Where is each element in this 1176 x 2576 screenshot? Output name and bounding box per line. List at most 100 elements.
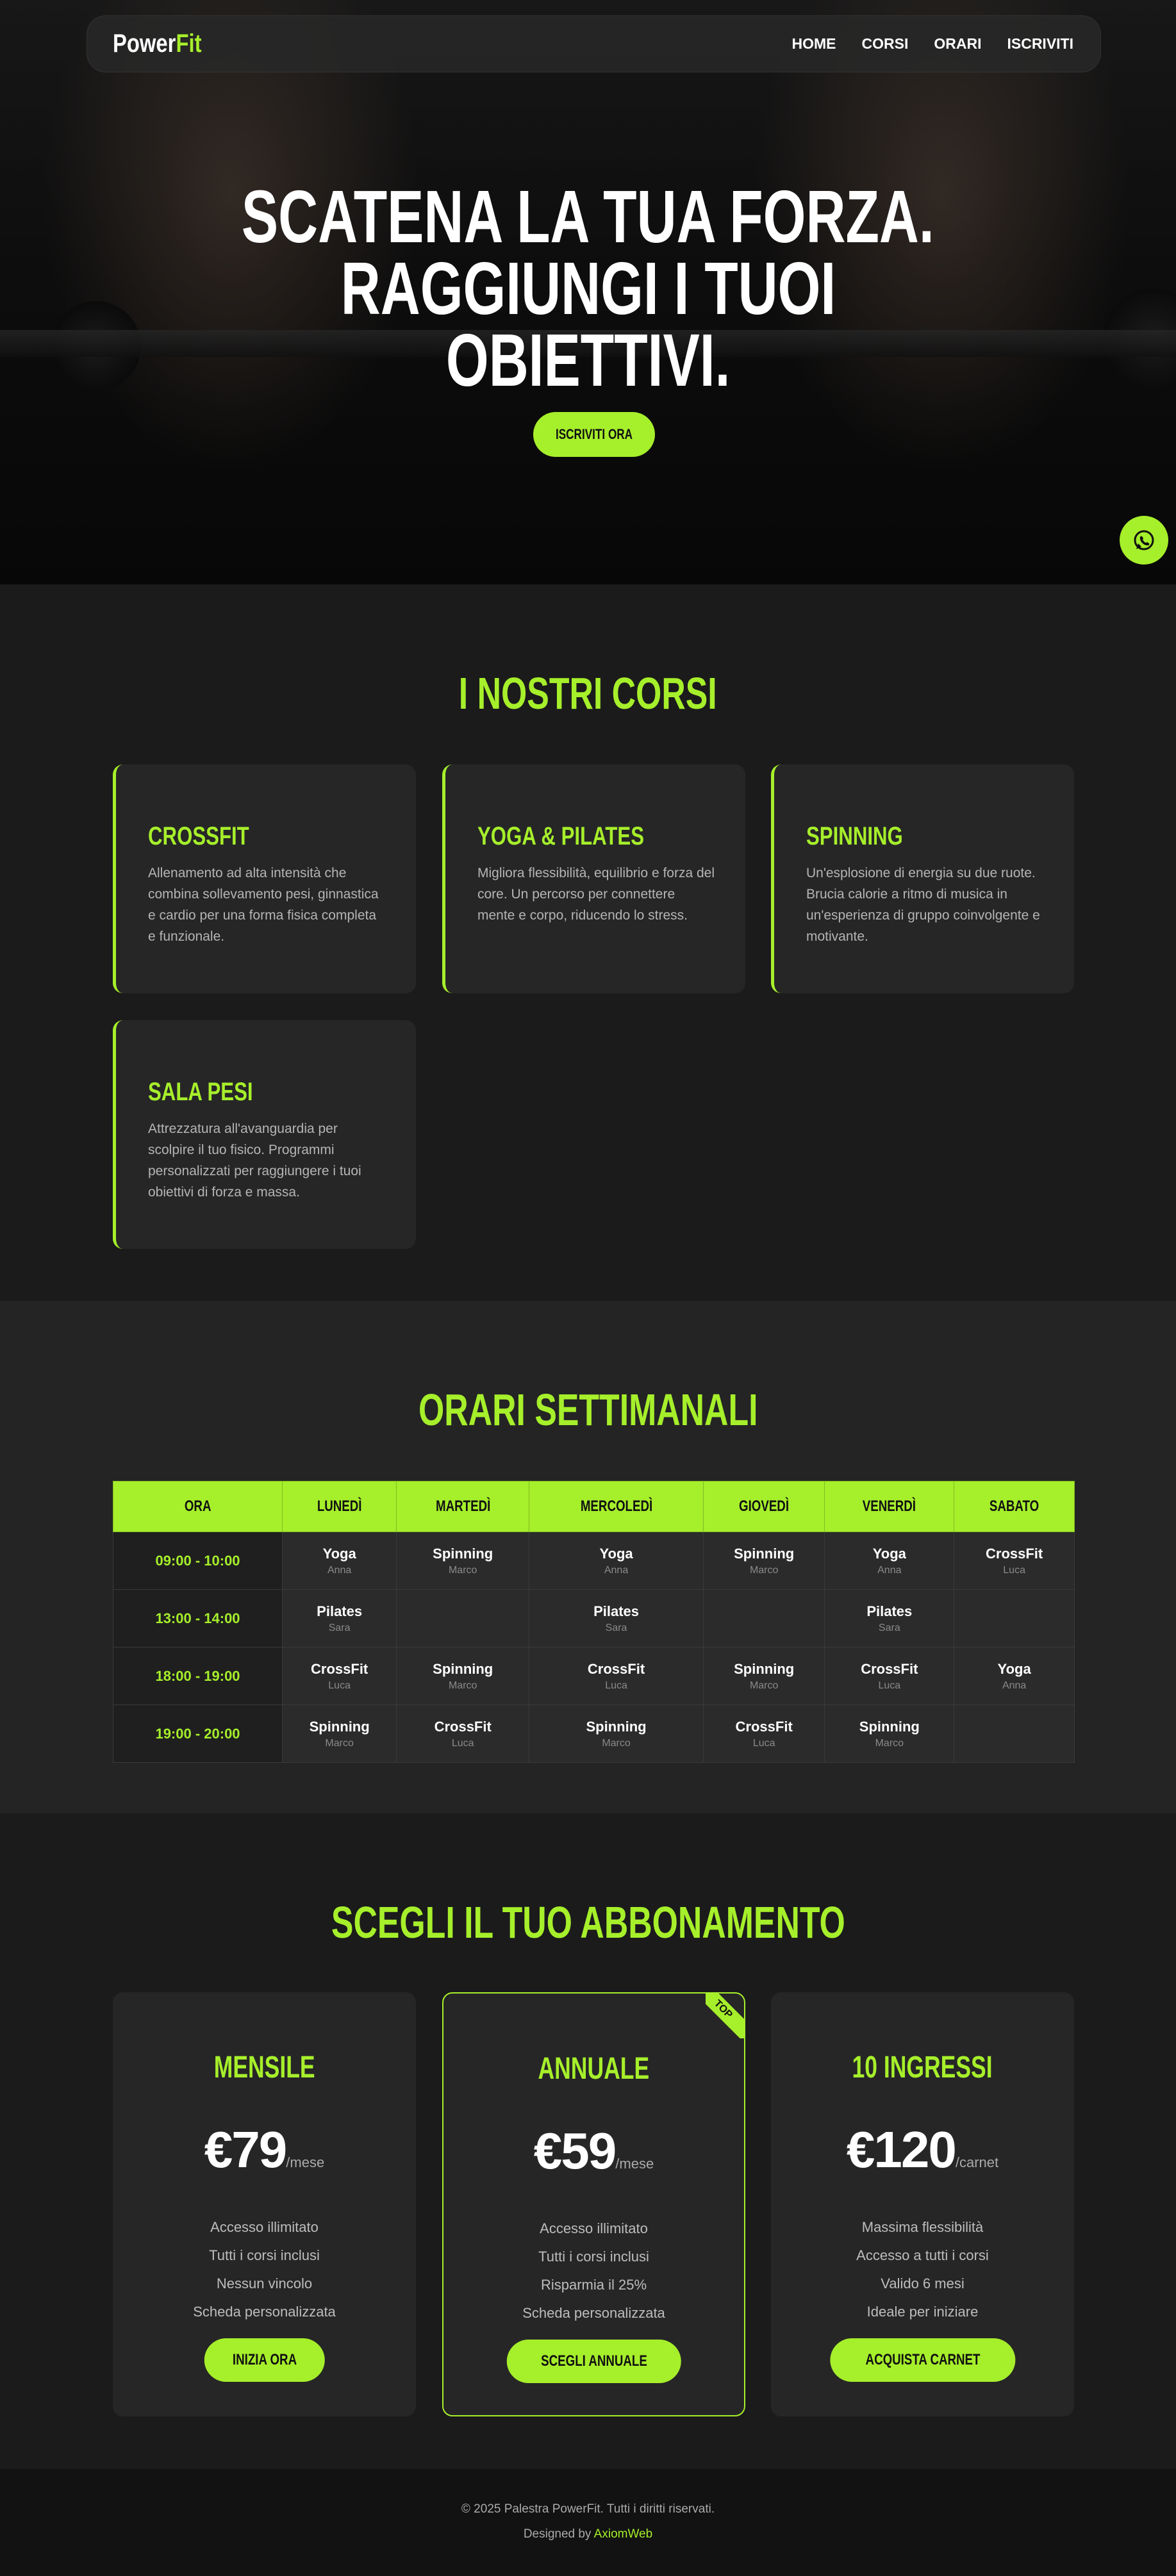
class-cell: Yoga Anna bbox=[529, 1532, 704, 1590]
class-cell: Yoga Anna bbox=[281, 1532, 397, 1590]
instructor-name: Marco bbox=[749, 1680, 779, 1691]
class-cell bbox=[702, 1589, 825, 1647]
scegli-annuale-button[interactable]: SCEGLI ANNUALE bbox=[506, 2340, 681, 2383]
class-name: Spinning bbox=[586, 1718, 647, 1735]
class-cell: Spinning Marco bbox=[702, 1532, 825, 1590]
class-name: Spinning bbox=[734, 1545, 795, 1562]
class-name: Yoga bbox=[322, 1545, 356, 1562]
class-cell: Spinning Marco bbox=[702, 1647, 825, 1705]
instructor-name: Anna bbox=[1002, 1680, 1027, 1691]
feature-item: Ideale per iniziare bbox=[866, 2304, 979, 2320]
schedule-title: ORARI SETTIMANALI bbox=[0, 1384, 1176, 1435]
header-sabato: SABATO bbox=[954, 1481, 1075, 1532]
nav-home[interactable]: HOME bbox=[792, 35, 836, 53]
header-mercoledi: MERCOLEDÌ bbox=[529, 1481, 704, 1532]
feature-item: Accesso a tutti i corsi bbox=[856, 2247, 989, 2263]
hero-section: PowerFit HOME CORSI ORARI ISCRIVITI SCAT… bbox=[0, 0, 1176, 584]
class-cell: Pilates Sara bbox=[529, 1589, 704, 1647]
instructor-name: Luca bbox=[752, 1737, 775, 1749]
table-row: 19:00 - 20:00 Spinning Marco CrossFit Luca… bbox=[113, 1705, 1075, 1763]
class-name: Yoga bbox=[599, 1545, 633, 1562]
class-name: Spinning bbox=[309, 1718, 370, 1735]
instructor-name: Marco bbox=[602, 1737, 631, 1749]
nav-links: HOME CORSI ORARI ISCRIVITI bbox=[792, 35, 1073, 53]
header-text: LUNEDÌ bbox=[317, 1498, 362, 1515]
logo-main: Power bbox=[113, 29, 176, 58]
plan-features: Accesso illimitato Tutti i corsi inclusi… bbox=[443, 2215, 744, 2327]
class-cell: CrossFit Luca bbox=[529, 1647, 704, 1705]
price-period: /carnet bbox=[955, 2154, 999, 2170]
header-venerdi: VENERDÌ bbox=[824, 1481, 955, 1532]
schedule-title-text: ORARI SETTIMANALI bbox=[418, 1385, 758, 1435]
plan-price: €59/mese bbox=[443, 2122, 744, 2181]
feature-item: Scheda personalizzata bbox=[522, 2305, 665, 2321]
instructor-name: Sara bbox=[328, 1622, 351, 1633]
time-slot: 18:00 - 19:00 bbox=[113, 1647, 283, 1705]
instructor-name: Luca bbox=[1003, 1564, 1025, 1576]
header-martedi: MARTEDÌ bbox=[396, 1481, 530, 1532]
designer-link[interactable]: AxiomWeb bbox=[594, 2527, 653, 2541]
class-cell: Yoga Anna bbox=[954, 1647, 1075, 1705]
class-cell bbox=[954, 1589, 1075, 1647]
courses-title-text: I NOSTRI CORSI bbox=[459, 668, 717, 718]
price-period: /mese bbox=[286, 2154, 325, 2170]
hero-title-line-3: OBIETTIVI. bbox=[445, 318, 731, 402]
plan-name-text: ANNUALE bbox=[538, 2052, 650, 2086]
courses-title: I NOSTRI CORSI bbox=[0, 668, 1176, 719]
whatsapp-button[interactable] bbox=[1120, 516, 1168, 565]
instructor-name: Marco bbox=[325, 1737, 354, 1749]
feature-item: Tutti i corsi inclusi bbox=[538, 2249, 649, 2265]
class-name: CrossFit bbox=[311, 1660, 369, 1677]
designed-by-text: Designed by bbox=[523, 2527, 594, 2541]
header-lunedi: LUNEDÌ bbox=[281, 1481, 397, 1532]
instructor-name: Sara bbox=[878, 1622, 900, 1633]
plan-name: 10 INGRESSI bbox=[771, 2050, 1074, 2085]
plan-name: ANNUALE bbox=[443, 2051, 744, 2086]
instructor-name: Luca bbox=[878, 1680, 901, 1691]
course-card-crossfit: CROSSFIT Allenamento ad alta intensità c… bbox=[113, 764, 416, 993]
class-name: Spinning bbox=[734, 1660, 795, 1677]
pricing-section: SCEGLI IL TUO ABBONAMENTO MENSILE €79/me… bbox=[0, 1813, 1176, 2469]
class-name: CrossFit bbox=[735, 1718, 793, 1735]
courses-section: I NOSTRI CORSI CROSSFIT Allenamento ad a… bbox=[0, 584, 1176, 1301]
price-amount: €120 bbox=[846, 2121, 957, 2178]
footer-credits: Designed by AxiomWeb bbox=[0, 2527, 1176, 2541]
course-desc: Allenamento ad alta intensità che combin… bbox=[148, 866, 379, 944]
nav-iscriviti[interactable]: ISCRIVITI bbox=[1007, 35, 1073, 53]
price-period: /mese bbox=[615, 2156, 654, 2172]
acquista-carnet-button[interactable]: ACQUISTA CARNET bbox=[829, 2338, 1016, 2382]
plan-name: MENSILE bbox=[113, 2050, 416, 2085]
nav-orari[interactable]: ORARI bbox=[934, 35, 981, 53]
class-name: CrossFit bbox=[587, 1660, 645, 1677]
instructor-name: Anna bbox=[327, 1564, 352, 1576]
class-name: Spinning bbox=[433, 1545, 493, 1562]
header-text: MARTEDÌ bbox=[435, 1498, 490, 1515]
nav-corsi[interactable]: CORSI bbox=[862, 35, 909, 53]
class-cell: Yoga Anna bbox=[824, 1532, 955, 1590]
class-cell: CrossFit Luca bbox=[281, 1647, 397, 1705]
class-cell: CrossFit Luca bbox=[824, 1647, 955, 1705]
header-text: VENERDÌ bbox=[863, 1498, 916, 1515]
footer: © 2025 Palestra PowerFit. Tutti i diritt… bbox=[0, 2469, 1176, 2576]
class-cell: Pilates Sara bbox=[824, 1589, 955, 1647]
hero-cta-button[interactable]: ISCRIVITI ORA bbox=[533, 412, 655, 457]
instructor-name: Marco bbox=[448, 1680, 477, 1691]
plan-price: €79/mese bbox=[113, 2120, 416, 2179]
schedule-header-row: ORA LUNEDÌ MARTEDÌ MERCOLEDÌ GIOVEDÌ VEN… bbox=[113, 1481, 1075, 1532]
logo[interactable]: PowerFit bbox=[113, 29, 202, 58]
header-text: GIOVEDÌ bbox=[739, 1498, 790, 1515]
plan-features: Accesso illimitato Tutti i corsi inclusi… bbox=[113, 2213, 416, 2326]
class-name: Pilates bbox=[593, 1603, 640, 1619]
plan-card-annuale: TOP ANNUALE €59/mese Accesso illimitato … bbox=[442, 1992, 745, 2416]
course-name-text: YOGA & PILATES bbox=[477, 822, 645, 850]
class-name: Pilates bbox=[866, 1603, 913, 1619]
feature-item: Risparmia il 25% bbox=[540, 2277, 647, 2293]
header-text: MERCOLEDÌ bbox=[580, 1498, 652, 1515]
class-cell: Pilates Sara bbox=[281, 1589, 397, 1647]
class-cell: Spinning Marco bbox=[824, 1705, 955, 1763]
inizia-ora-button[interactable]: INIZIA ORA bbox=[204, 2338, 325, 2382]
plan-features: Massima flessibilità Accesso a tutti i c… bbox=[771, 2213, 1074, 2326]
course-desc: Un'esplosione di energia su due ruote. B… bbox=[806, 866, 1040, 944]
course-desc: Attrezzatura all'avanguardia per scolpir… bbox=[148, 1121, 361, 1200]
button-label: ACQUISTA CARNET bbox=[865, 2351, 980, 2368]
